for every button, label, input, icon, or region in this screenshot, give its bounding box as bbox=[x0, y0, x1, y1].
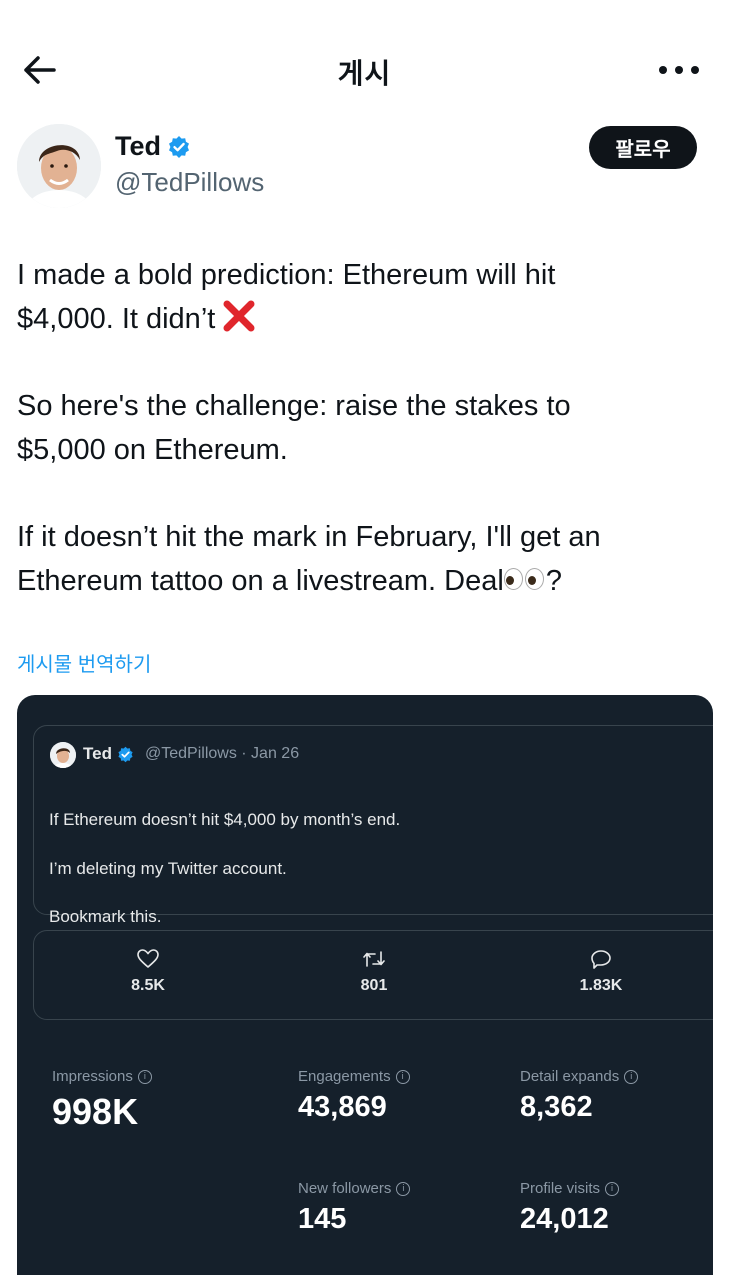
info-icon: i bbox=[396, 1181, 411, 1196]
impressions-label: Impressions bbox=[52, 1068, 133, 1085]
quoted-line: If Ethereum doesn’t hit $4,000 by month’… bbox=[49, 810, 401, 829]
reply-stat: 1.83K bbox=[556, 949, 646, 995]
tweet-text: I made a bold prediction: Ethereum will … bbox=[17, 253, 717, 603]
info-icon: i bbox=[395, 1069, 410, 1084]
engagements-label-row: Engagements i bbox=[298, 1068, 410, 1085]
attached-image[interactable]: Ted @TedPillows · Jan 26 If Ethereum doe… bbox=[17, 695, 713, 1275]
new-followers-metric: New followers i 145 bbox=[298, 1180, 411, 1236]
detail-expands-label-row: Detail expands i bbox=[520, 1068, 639, 1085]
impressions-metric: Impressions i 998K bbox=[52, 1068, 152, 1133]
engagement-stats: 8.5K 801 1.83K bbox=[33, 930, 713, 1020]
translate-post-link[interactable]: 게시물 번역하기 bbox=[17, 648, 151, 677]
detail-expands-metric: Detail expands i 8,362 bbox=[520, 1068, 639, 1124]
quoted-line: Bookmark this. bbox=[49, 907, 162, 926]
more-horizontal-icon bbox=[659, 66, 667, 74]
profile-visits-label-row: Profile visits i bbox=[520, 1180, 620, 1197]
verified-badge-icon bbox=[169, 135, 189, 158]
more-button[interactable] bbox=[659, 58, 699, 82]
quoted-line: I’m deleting my Twitter account. bbox=[49, 859, 287, 878]
tweet-line: So here's the challenge: raise the stake… bbox=[17, 390, 571, 422]
verified-badge-icon bbox=[118, 746, 133, 762]
like-stat: 8.5K bbox=[103, 949, 193, 995]
info-icon: i bbox=[624, 1069, 639, 1084]
eyes-emoji-icon bbox=[503, 566, 546, 592]
tweet-line-with-emoji: Ethereum tattoo on a livestream. Deal? bbox=[17, 559, 717, 603]
engagements-value: 43,869 bbox=[298, 1091, 387, 1123]
tweet-line: I made a bold prediction: Ethereum will … bbox=[17, 259, 556, 291]
more-dot bbox=[675, 66, 683, 74]
profile-visits-value: 24,012 bbox=[520, 1203, 609, 1235]
page-title: 게시 bbox=[337, 58, 392, 89]
impressions-label-row: Impressions i bbox=[52, 1068, 152, 1085]
quoted-avatar-image bbox=[50, 742, 76, 768]
info-icon: i bbox=[605, 1181, 620, 1196]
profile-visits-metric: Profile visits i 24,012 bbox=[520, 1180, 620, 1236]
engagements-label: Engagements bbox=[298, 1068, 391, 1085]
quoted-avatar bbox=[50, 742, 76, 768]
detail-expands-value: 8,362 bbox=[520, 1091, 593, 1123]
reply-bubble-icon bbox=[591, 950, 611, 969]
repost-count: 801 bbox=[360, 977, 388, 994]
engagements-metric: Engagements i 43,869 bbox=[298, 1068, 410, 1124]
quoted-tweet: Ted @TedPillows · Jan 26 If Ethereum doe… bbox=[33, 725, 713, 926]
more-dot bbox=[691, 66, 699, 74]
cross-mark-icon bbox=[223, 300, 255, 332]
reply-count: 1.83K bbox=[579, 977, 623, 994]
tweet-line: Ethereum tattoo on a livestream. Deal bbox=[17, 565, 504, 597]
heart-icon bbox=[137, 949, 159, 968]
tweet-line: $5,000 on Ethereum. bbox=[17, 434, 288, 466]
top-bar: 게시 bbox=[0, 0, 729, 140]
tweet-line-with-emoji: $4,000. It didn’t bbox=[17, 297, 717, 341]
tweet-line-end: ? bbox=[545, 565, 562, 597]
avatar-image bbox=[17, 124, 101, 208]
repost-icon bbox=[363, 951, 385, 967]
quoted-name-row: Ted bbox=[83, 744, 134, 764]
new-followers-value: 145 bbox=[298, 1203, 347, 1235]
author-name: Ted bbox=[115, 131, 161, 161]
new-followers-label-row: New followers i bbox=[298, 1180, 411, 1197]
detail-expands-label: Detail expands bbox=[520, 1068, 620, 1085]
new-followers-label: New followers bbox=[298, 1180, 392, 1197]
quoted-name: Ted bbox=[83, 744, 112, 763]
tweet-line: $4,000. It didn’t bbox=[17, 303, 216, 335]
impressions-value: 998K bbox=[52, 1091, 139, 1132]
avatar[interactable] bbox=[17, 124, 101, 208]
author-name-row[interactable]: Ted bbox=[115, 131, 191, 162]
profile-visits-label: Profile visits bbox=[520, 1180, 601, 1197]
repost-stat: 801 bbox=[329, 949, 419, 995]
tweet-line: If it doesn’t hit the mark in February, … bbox=[17, 521, 601, 553]
info-icon: i bbox=[137, 1069, 152, 1084]
quoted-meta: @TedPillows · Jan 26 bbox=[145, 745, 300, 762]
follow-button[interactable]: 팔로우 bbox=[589, 126, 697, 169]
like-count: 8.5K bbox=[131, 977, 165, 994]
author-handle[interactable]: @TedPillows bbox=[115, 167, 264, 198]
